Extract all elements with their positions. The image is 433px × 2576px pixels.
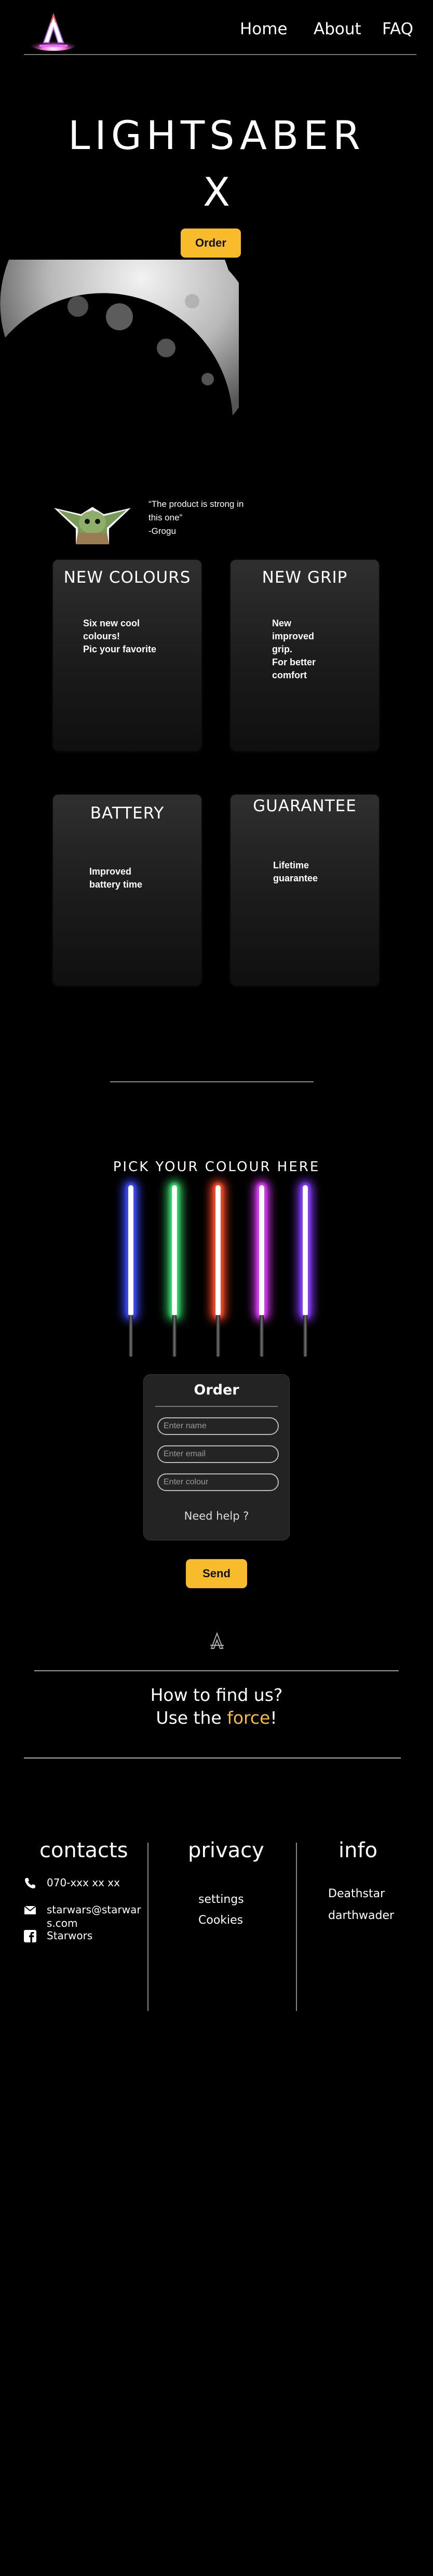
saber-hilt xyxy=(216,1315,220,1357)
footer-contacts-title: contacts xyxy=(39,1839,128,1862)
hero-title: LIGHTSABER xyxy=(68,112,365,158)
saber-blade xyxy=(215,1185,221,1316)
phone-icon xyxy=(25,1878,35,1888)
grogu-quote: “The product is strong in this one” -Gro… xyxy=(148,499,244,536)
grogu-image xyxy=(54,507,131,544)
facebook-name[interactable]: Starwors xyxy=(47,1929,143,1942)
saber-hilt xyxy=(260,1315,264,1357)
colour-input[interactable] xyxy=(157,1473,279,1491)
use-the-force-text: Use the force! xyxy=(0,1708,433,1728)
send-button[interactable]: Send xyxy=(186,1559,247,1588)
find-us-heading: How to find us? xyxy=(150,1685,283,1705)
mail-icon xyxy=(24,1906,36,1914)
saber-blade xyxy=(303,1185,308,1316)
force-highlight: force xyxy=(227,1708,270,1728)
feature-card-colours: NEW COLOURS Six new cool colours! Pic yo… xyxy=(53,560,201,751)
lightsaber-logo-icon[interactable] xyxy=(28,11,79,51)
card-text: Improved battery time xyxy=(89,866,143,890)
force-prefix: Use the xyxy=(156,1708,227,1728)
card-title: NEW GRIP xyxy=(262,568,348,587)
saber-hilt xyxy=(172,1315,177,1357)
phone-number: 070-xxx xx xx xyxy=(47,1876,120,1889)
privacy-settings-link[interactable]: settings xyxy=(198,1893,244,1906)
form-title: Order xyxy=(194,1382,239,1398)
name-input[interactable] xyxy=(157,1417,279,1435)
small-logo-icon xyxy=(210,1632,224,1649)
footer-privacy-title: privacy xyxy=(188,1839,264,1862)
header-divider xyxy=(24,54,416,55)
hero-x-mark: X xyxy=(202,169,231,215)
feature-card-guarantee: GUARANTEE Lifetime guarantee xyxy=(231,795,379,986)
saber-hilt xyxy=(129,1315,133,1357)
saber-magenta[interactable] xyxy=(254,1185,269,1362)
saber-hilt xyxy=(303,1315,307,1357)
nav-faq-link[interactable]: FAQ xyxy=(382,20,413,38)
force-suffix: ! xyxy=(270,1708,277,1728)
pick-colour-title: PICK YOUR COLOUR HERE xyxy=(113,1159,320,1175)
need-help-link[interactable]: Need help ? xyxy=(144,1510,289,1522)
saber-blue[interactable] xyxy=(124,1185,138,1362)
card-title: BATTERY xyxy=(90,804,165,823)
info-deathstar-link[interactable]: Deathstar xyxy=(328,1887,385,1900)
feature-card-grip: NEW GRIP New improved grip. For better c… xyxy=(231,560,379,751)
saber-blade xyxy=(128,1185,133,1316)
nav-about-link[interactable]: About xyxy=(314,20,361,38)
saber-blade xyxy=(259,1185,264,1316)
feature-card-battery: BATTERY Improved battery time xyxy=(53,795,201,986)
form-divider xyxy=(155,1406,278,1407)
find-divider-bottom xyxy=(24,1757,401,1759)
card-text: Six new cool colours! Pic your favorite xyxy=(83,618,157,654)
footer-divider xyxy=(147,1843,148,2011)
nav-home-link[interactable]: Home xyxy=(240,20,288,38)
card-title: GUARANTEE xyxy=(253,797,357,815)
info-darthwader-link[interactable]: darthwader xyxy=(328,1909,394,1922)
hero-order-button[interactable]: Order xyxy=(181,229,241,258)
card-text: Lifetime guarantee xyxy=(273,860,318,883)
facebook-icon[interactable] xyxy=(24,1930,36,1942)
footer-info-title: info xyxy=(339,1839,378,1862)
moon-image xyxy=(0,260,239,415)
order-form: Order Need help ? xyxy=(143,1374,290,1540)
saber-green[interactable] xyxy=(167,1185,182,1362)
email-address[interactable]: starwars@starwars.com xyxy=(47,1903,143,1930)
footer-divider xyxy=(296,1843,297,2011)
card-title: NEW COLOURS xyxy=(63,568,191,587)
saber-blade xyxy=(172,1185,177,1316)
email-input[interactable] xyxy=(157,1445,279,1463)
saber-red[interactable] xyxy=(211,1185,225,1362)
privacy-cookies-link[interactable]: Cookies xyxy=(198,1914,243,1927)
saber-purple[interactable] xyxy=(298,1185,313,1362)
find-divider-top xyxy=(34,1670,399,1671)
card-text: New improved grip. For better comfort xyxy=(272,618,316,680)
section-divider xyxy=(110,1081,314,1082)
